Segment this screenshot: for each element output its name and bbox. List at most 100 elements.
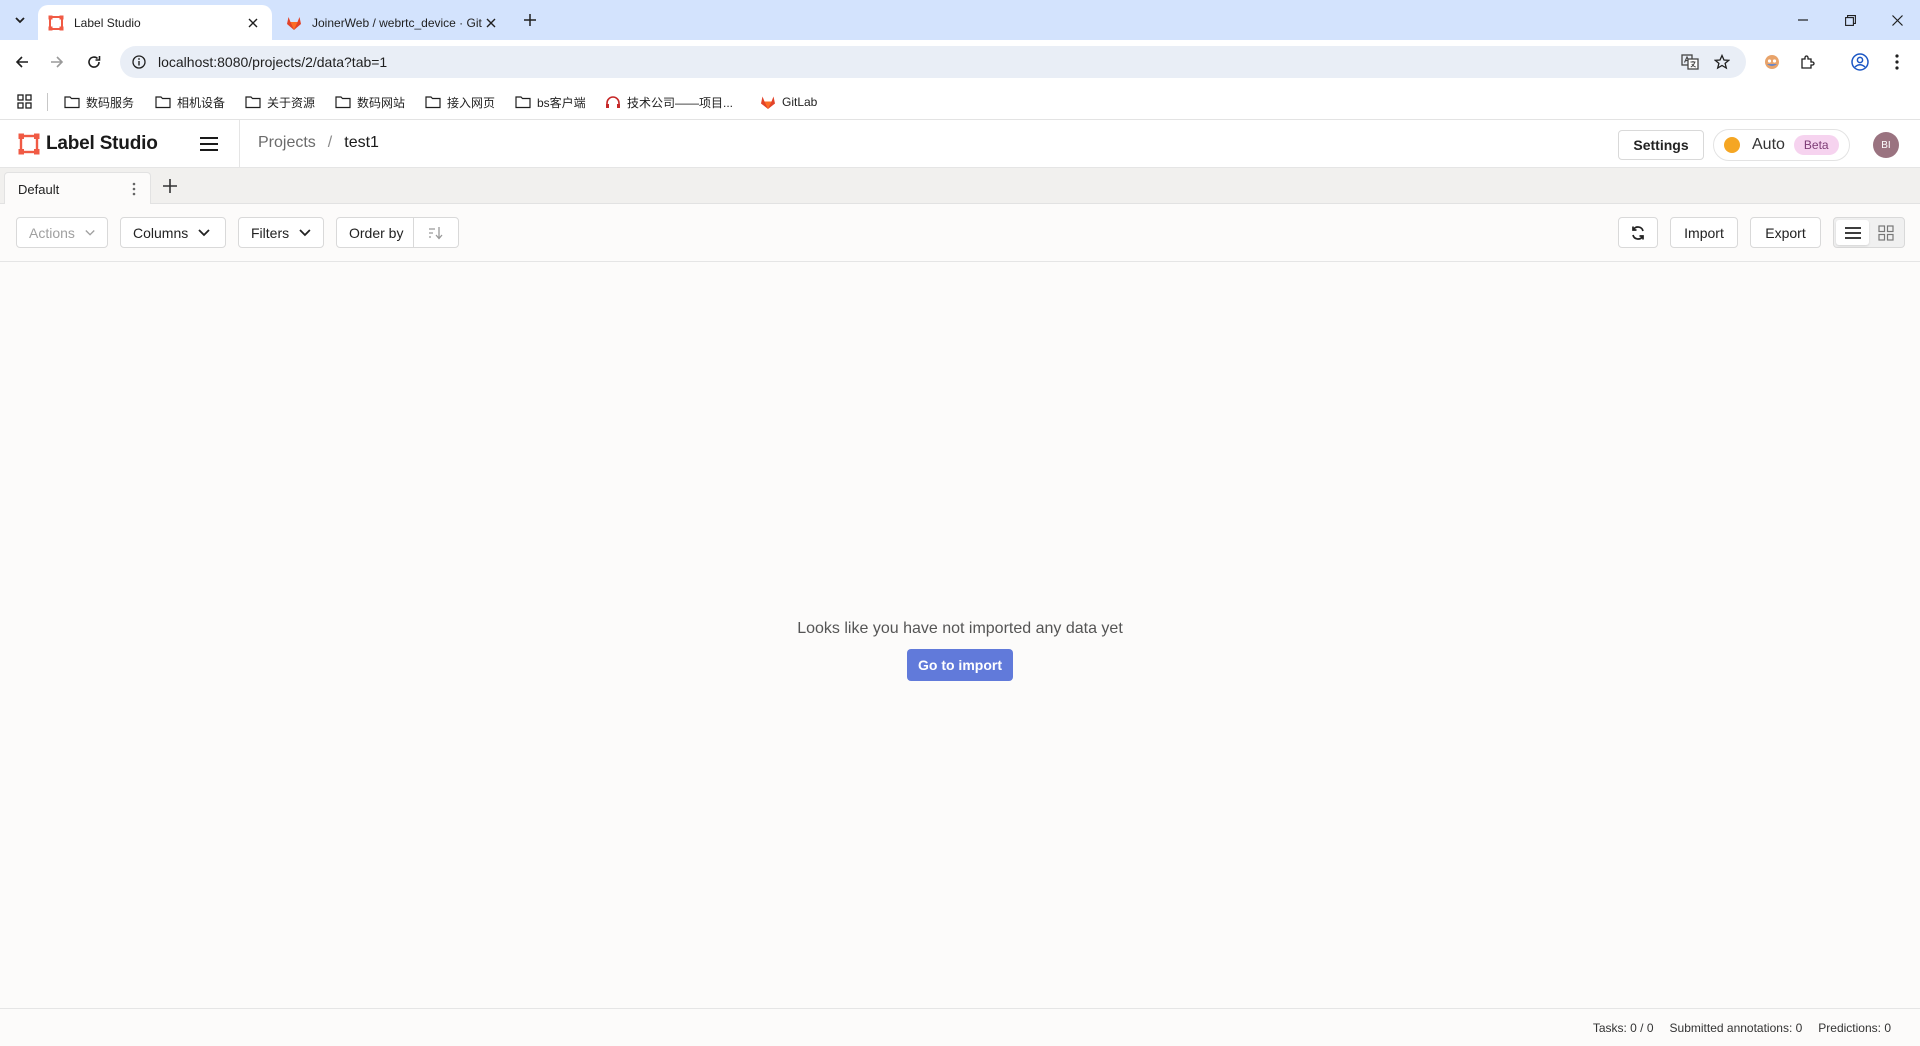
filters-dropdown[interactable]: Filters bbox=[238, 217, 324, 248]
import-button[interactable]: Import bbox=[1670, 217, 1738, 248]
refresh-button[interactable] bbox=[1618, 217, 1658, 248]
minimize-button[interactable] bbox=[1780, 0, 1826, 40]
predictions-count: Predictions: 0 bbox=[1818, 1021, 1891, 1035]
close-tab-button[interactable] bbox=[244, 14, 262, 32]
bookmark-label: 关于资源 bbox=[267, 95, 316, 110]
sort-direction-button[interactable] bbox=[414, 226, 458, 240]
breadcrumb-separator: / bbox=[327, 134, 333, 151]
forward-button[interactable] bbox=[43, 48, 71, 76]
kebab-menu-icon bbox=[1895, 54, 1899, 70]
bookmark-label: 数码服务 bbox=[86, 95, 135, 110]
extension-button[interactable] bbox=[1758, 48, 1786, 76]
tab-options-icon[interactable] bbox=[132, 182, 136, 196]
translate-button[interactable] bbox=[1676, 48, 1704, 76]
reload-button[interactable] bbox=[80, 48, 108, 76]
columns-label: Columns bbox=[133, 224, 189, 241]
new-tab-button[interactable] bbox=[518, 8, 542, 32]
close-icon bbox=[248, 18, 258, 27]
folder-icon bbox=[335, 96, 351, 109]
profile-button[interactable] bbox=[1846, 48, 1874, 76]
order-by-control[interactable]: Order by bbox=[336, 217, 459, 248]
actions-label: Actions bbox=[29, 224, 75, 241]
list-view-icon bbox=[1844, 226, 1861, 239]
go-to-import-button[interactable]: Go to import bbox=[907, 649, 1013, 681]
bookmark-link[interactable]: GitLab bbox=[760, 91, 817, 113]
chevron-down-icon bbox=[198, 228, 210, 236]
app-logo[interactable]: Label Studio bbox=[18, 133, 158, 155]
bookmark-label: 接入网页 bbox=[447, 95, 496, 110]
label-studio-logo-icon bbox=[18, 133, 40, 155]
bookmark-folder[interactable]: 数码网站 bbox=[335, 91, 405, 113]
bookmark-folder[interactable]: 数码服务 bbox=[64, 91, 134, 113]
add-tab-button[interactable] bbox=[160, 176, 180, 196]
beta-badge: Beta bbox=[1793, 135, 1839, 155]
info-icon[interactable] bbox=[132, 55, 146, 69]
data-manager-toolbar: Actions Columns Filters Order by Import … bbox=[0, 204, 1920, 262]
bookmark-link[interactable]: 技术公司——项目... bbox=[605, 91, 733, 113]
bookmark-label: GitLab bbox=[782, 95, 818, 109]
breadcrumb-projects-link[interactable]: Projects bbox=[258, 134, 316, 152]
order-by-label[interactable]: Order by bbox=[337, 218, 415, 247]
bookmark-star-button[interactable] bbox=[1708, 48, 1736, 76]
address-bar[interactable]: localhost:8080/projects/2/data?tab=1 bbox=[120, 46, 1746, 78]
extension-avatar-icon bbox=[1765, 55, 1779, 69]
status-footer: Tasks: 0 / 0 Submitted annotations: 0 Pr… bbox=[0, 1008, 1920, 1046]
auto-annotation-toggle[interactable]: Auto Beta bbox=[1713, 129, 1850, 161]
list-view-button[interactable] bbox=[1836, 220, 1869, 245]
minimize-icon bbox=[1798, 19, 1808, 21]
filters-label: Filters bbox=[251, 224, 290, 241]
browser-menu-button[interactable] bbox=[1883, 48, 1911, 76]
breadcrumb-current-project[interactable]: test1 bbox=[344, 134, 379, 152]
bookmark-folder[interactable]: bs客户端 bbox=[515, 91, 586, 113]
close-tab-button[interactable] bbox=[482, 14, 500, 32]
main-menu-button[interactable] bbox=[197, 133, 221, 155]
headphones-icon bbox=[606, 96, 620, 108]
auto-label: Auto bbox=[1752, 136, 1785, 153]
extensions-button[interactable] bbox=[1794, 48, 1822, 76]
submitted-annotations-count: Submitted annotations: 0 bbox=[1669, 1021, 1803, 1035]
star-icon bbox=[1714, 54, 1730, 70]
tab-search-button[interactable] bbox=[8, 8, 32, 32]
bookmark-folder[interactable]: 相机设备 bbox=[155, 91, 225, 113]
translate-icon bbox=[1681, 54, 1699, 70]
export-button[interactable]: Export bbox=[1750, 217, 1821, 248]
bookmark-folder[interactable]: 关于资源 bbox=[245, 91, 315, 113]
browser-tab-title: Label Studio bbox=[74, 15, 141, 30]
hamburger-menu-icon bbox=[200, 137, 218, 151]
close-icon bbox=[1891, 14, 1903, 26]
url-text[interactable]: localhost:8080/projects/2/data?tab=1 bbox=[158, 54, 387, 70]
tab-label: Default bbox=[18, 181, 60, 197]
close-window-button[interactable] bbox=[1874, 0, 1920, 40]
tab-default[interactable]: Default bbox=[4, 172, 151, 205]
browser-tab-gitlab[interactable]: JoinerWeb / webrtc_device · GitLab bbox=[276, 5, 510, 40]
user-avatar[interactable]: BI bbox=[1873, 132, 1899, 158]
columns-dropdown[interactable]: Columns bbox=[120, 217, 226, 248]
tasks-count: Tasks: 0 / 0 bbox=[1592, 1021, 1654, 1035]
restore-button[interactable] bbox=[1827, 0, 1873, 40]
plus-icon bbox=[524, 14, 536, 26]
refresh-icon bbox=[1632, 225, 1644, 240]
browser-tab-title: JoinerWeb / webrtc_device · GitLab bbox=[312, 15, 482, 30]
restore-icon bbox=[1844, 14, 1856, 26]
view-tabs-bar: Default bbox=[0, 168, 1920, 205]
bookmark-label: 数码网站 bbox=[357, 95, 406, 110]
grid-view-button[interactable] bbox=[1869, 220, 1902, 245]
breadcrumb: Projects / test1 bbox=[258, 134, 379, 152]
chevron-down-icon bbox=[299, 228, 311, 236]
bookmark-label: bs客户端 bbox=[537, 95, 586, 110]
chevron-down-icon bbox=[15, 17, 25, 24]
footer-stats: Tasks: 0 / 0 Submitted annotations: 0 Pr… bbox=[1577, 1021, 1891, 1035]
back-button[interactable] bbox=[8, 48, 36, 76]
bookmark-folder[interactable]: 接入网页 bbox=[425, 91, 495, 113]
app-header: Label Studio Projects / test1 Settings A… bbox=[0, 120, 1920, 168]
apps-grid-icon[interactable] bbox=[16, 93, 34, 111]
browser-tab-label-studio[interactable]: Label Studio bbox=[38, 5, 272, 40]
settings-button[interactable]: Settings bbox=[1618, 130, 1704, 160]
browser-tabstrip: Label Studio JoinerWeb / webrtc_device ·… bbox=[0, 0, 1920, 40]
label-studio-favicon-icon bbox=[48, 15, 64, 30]
actions-dropdown[interactable]: Actions bbox=[16, 217, 108, 248]
app-name: Label Studio bbox=[46, 133, 158, 154]
bookmarks-bar: 数码服务 相机设备 关于资源 数码网站 接入网页 bs客户端 技术公司——项目.… bbox=[0, 84, 1920, 120]
bookmarks-separator bbox=[47, 93, 48, 111]
folder-icon bbox=[425, 96, 441, 109]
